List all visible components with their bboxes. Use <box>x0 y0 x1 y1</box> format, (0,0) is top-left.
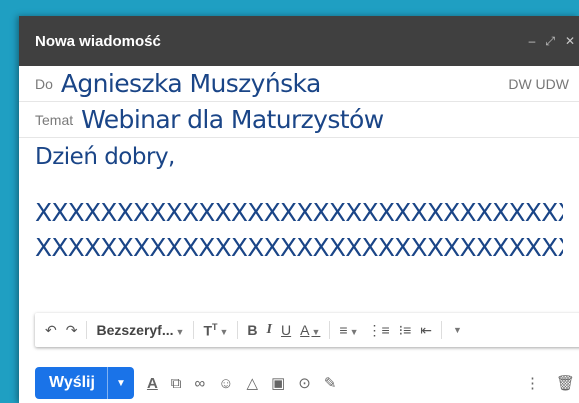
cc-bcc-links[interactable]: DW UDW <box>508 76 579 92</box>
italic-icon[interactable]: I <box>267 322 272 338</box>
message-line: XXXXXXXXXXXXXXXXXXXXXXXXXXXXXXXXXX <box>35 198 563 227</box>
drive-icon[interactable]: △ <box>247 374 259 392</box>
numbered-list-icon[interactable]: ⋮≡ <box>367 322 389 339</box>
redo-icon[interactable]: ↷ <box>66 322 78 339</box>
formatting-toolbar: ↶ ↷ Bezszeryf... ▼ TT▼ B I U A ▼ ≡ ▼ ⋮≡ ⁝≡ … <box>35 313 579 347</box>
compose-titlebar[interactable]: Nowa wiadomość – ⤢ ✕ <box>19 16 579 66</box>
align-icon[interactable]: ≡ ▼ <box>339 322 358 338</box>
confidential-icon[interactable]: ⊙ <box>298 374 311 392</box>
to-label: Do <box>35 75 53 92</box>
message-greeting: Dzień dobry, <box>35 144 175 170</box>
photo-icon[interactable]: ▣ <box>271 374 285 392</box>
attach-icon[interactable]: ⧉ <box>171 375 182 392</box>
signature-icon[interactable]: ✎ <box>324 374 337 392</box>
text-color-icon[interactable]: A ▼ <box>300 322 320 338</box>
send-options-icon[interactable]: ▼ <box>106 367 134 399</box>
minimize-icon[interactable]: – <box>529 34 536 49</box>
send-button[interactable]: Wyślij ▼ <box>35 367 134 399</box>
message-line: XXXXXXXXXXXXXXXXXXXXXXXXXXXXXXXXXX <box>35 233 563 262</box>
bold-icon[interactable]: B <box>247 322 257 338</box>
formatting-options-icon[interactable]: A <box>147 375 158 392</box>
subject-input[interactable]: Webinar dla Maturzystów <box>81 105 384 134</box>
font-size-icon[interactable]: TT▼ <box>203 322 228 339</box>
link-icon[interactable]: ∞ <box>195 375 206 392</box>
message-body[interactable]: Dzień dobry, XXXXXXXXXXXXXXXXXXXXXXXXXXX… <box>19 144 579 262</box>
font-family-select[interactable]: Bezszeryf... ▼ <box>96 322 184 338</box>
emoji-icon[interactable]: ☺ <box>218 375 233 392</box>
bulleted-list-icon[interactable]: ⁝≡ <box>399 322 412 339</box>
compose-title: Nowa wiadomość <box>35 32 161 50</box>
to-row[interactable]: Do Agnieszka Muszyńska DW UDW <box>19 66 579 102</box>
more-formatting-icon[interactable]: ▼ <box>453 325 462 335</box>
close-icon[interactable]: ✕ <box>565 34 575 49</box>
expand-icon[interactable]: ⤢ <box>545 34 555 49</box>
compose-actions: Wyślij ▼ A ⧉ ∞ ☺ △ ▣ ⊙ ✎ ⋮ 🗑 <box>35 365 579 401</box>
underline-icon[interactable]: U <box>281 322 291 338</box>
indent-less-icon[interactable]: ⇤ <box>420 322 432 339</box>
to-recipient[interactable]: Agnieszka Muszyńska <box>61 69 321 98</box>
trash-icon[interactable]: 🗑 <box>556 374 575 392</box>
subject-label: Temat <box>35 111 74 128</box>
compose-window: Nowa wiadomość – ⤢ ✕ Do Agnieszka Muszyń… <box>19 16 579 403</box>
more-options-icon[interactable]: ⋮ <box>525 374 540 392</box>
subject-row[interactable]: Temat Webinar dla Maturzystów <box>19 102 579 138</box>
undo-icon[interactable]: ↶ <box>45 322 57 339</box>
